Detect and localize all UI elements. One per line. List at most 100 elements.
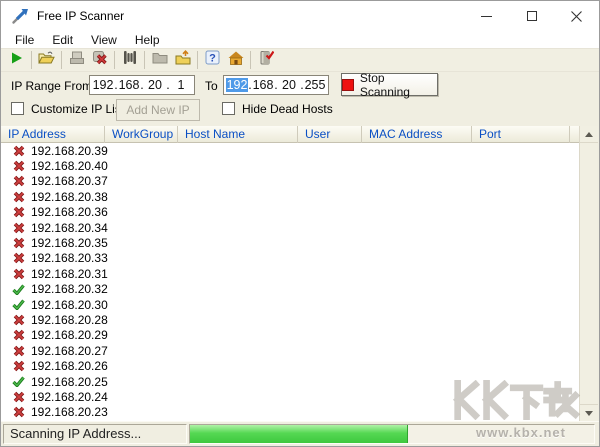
dead-x-icon [12,345,25,357]
dead-x-icon [12,222,25,234]
list-item[interactable]: 192.168.20.35 [1,235,579,250]
dead-x-icon [12,206,25,218]
ip-address: 192.168.20.28 [31,312,108,327]
help-button[interactable]: ? [201,50,224,71]
ip-address: 192.168.20.38 [31,189,108,204]
dead-x-icon [12,237,25,249]
stop-scanning-button[interactable]: Stop Scanning [341,70,438,99]
start-scan-icon [10,51,24,70]
progress-fill [190,425,409,443]
dead-x-icon [12,391,25,403]
ip-address: 192.168.20.40 [31,159,108,174]
column-header-ip-address[interactable]: IP Address [1,126,105,143]
home-icon [228,51,244,70]
scan-result-list[interactable]: 192.168.20.39 192.168.20.40 192.168.20.3… [1,143,579,421]
ip-address: 192.168.20.39 [31,143,108,158]
list-item[interactable]: 192.168.20.31 [1,266,579,281]
dead-x-icon [12,268,25,280]
column-header-workgroup[interactable]: WorkGroup Name [105,126,178,143]
list-item[interactable]: 192.168.20.40 [1,158,579,173]
table-header: IP Address WorkGroup Name Host Name User… [1,126,579,143]
list-item[interactable]: 192.168.20.26 [1,358,579,373]
column-header-user[interactable]: User [298,126,362,143]
list-item[interactable]: 192.168.20.32 [1,282,579,297]
open-folder-icon [38,50,55,70]
dead-x-icon [12,175,25,187]
dead-x-icon [12,191,25,203]
delete-button[interactable] [88,50,111,71]
find-button[interactable] [118,50,141,71]
list-item[interactable]: 192.168.20.24 [1,389,579,404]
ip-to-octet-4[interactable]: 255 [304,78,326,92]
toolbar-separator [144,51,145,69]
stop-scanning-label: Stop Scanning [359,70,410,99]
list-item[interactable]: 192.168.20.28 [1,312,579,327]
dead-x-icon [12,314,25,326]
column-header-hostname[interactable]: Host Name [178,126,298,143]
list-item[interactable]: 192.168.20.38 [1,189,579,204]
svg-text:?: ? [209,53,216,65]
list-item[interactable]: 192.168.20.30 [1,297,579,312]
list-item[interactable]: 192.168.20.34 [1,220,579,235]
menu-file[interactable]: File [6,31,43,48]
status-bar: Scanning IP Address... [1,421,599,446]
list-item[interactable]: 192.168.20.25 [1,374,579,389]
customize-ip-list-checkbox[interactable] [11,102,24,115]
start-scan-button[interactable] [5,50,28,71]
ip-to-octet-2[interactable]: 168 [252,78,274,92]
list-item[interactable]: 192.168.20.23 [1,405,579,420]
home-button[interactable] [224,50,247,71]
exit-door-icon [258,50,274,70]
toolbar-separator [114,51,115,69]
list-item[interactable]: 192.168.20.27 [1,343,579,358]
maximize-button[interactable] [509,1,554,31]
ip-to-octet-3[interactable]: 20 [278,78,300,92]
dead-x-icon [12,406,25,418]
ip-from-octet-3[interactable]: 20 [144,78,166,92]
chevron-up-icon [585,131,593,137]
ip-address: 192.168.20.26 [31,359,108,374]
minimize-button[interactable] [464,1,509,31]
toolbar: ? [1,48,599,72]
ip-address: 192.168.20.29 [31,328,108,343]
export-folder-button[interactable] [171,50,194,71]
folder-button-disabled[interactable] [148,50,171,71]
ip-to-octet-1[interactable]: 192 [226,78,248,92]
ip-from-octet-1[interactable]: 192 [92,78,114,92]
toolbar-separator [31,51,32,69]
hide-dead-hosts-checkbox[interactable] [222,102,235,115]
save-button-disabled[interactable] [65,50,88,71]
close-button[interactable] [554,1,599,31]
ip-address: 192.168.20.33 [31,251,108,266]
ip-range-from-label: IP Range From [11,79,93,93]
ip-to-input[interactable]: 192. 168. 20. 255 [223,75,329,95]
dead-x-icon [12,360,25,372]
menu-view[interactable]: View [82,31,126,48]
ip-from-input[interactable]: 192. 168. 20. 1 [89,75,195,95]
alive-check-icon [12,284,25,295]
ip-address: 192.168.20.37 [31,174,108,189]
column-header-mac[interactable]: MAC Address [362,126,472,143]
list-item[interactable]: 192.168.20.37 [1,174,579,189]
menu-edit[interactable]: Edit [43,31,82,48]
add-new-ip-button[interactable]: Add New IP [116,99,200,121]
scroll-up-button[interactable] [580,126,598,143]
vertical-scrollbar[interactable] [579,126,598,421]
exit-button[interactable] [254,50,277,71]
open-button[interactable] [35,50,58,71]
dead-x-icon [12,145,25,157]
list-item[interactable]: 192.168.20.39 [1,143,579,158]
column-header-port[interactable]: Port [472,126,570,143]
ip-from-octet-4[interactable]: 1 [170,78,192,92]
ip-address: 192.168.20.23 [31,405,108,420]
dead-x-icon [12,329,25,341]
list-item[interactable]: 192.168.20.29 [1,328,579,343]
list-item[interactable]: 192.168.20.33 [1,251,579,266]
delete-x-icon [92,50,108,70]
status-text: Scanning IP Address... [3,424,187,444]
save-disabled-icon [69,51,85,70]
menu-help[interactable]: Help [126,31,169,48]
ip-from-octet-2[interactable]: 168 [118,78,140,92]
scroll-down-button[interactable] [580,404,598,421]
list-item[interactable]: 192.168.20.36 [1,205,579,220]
